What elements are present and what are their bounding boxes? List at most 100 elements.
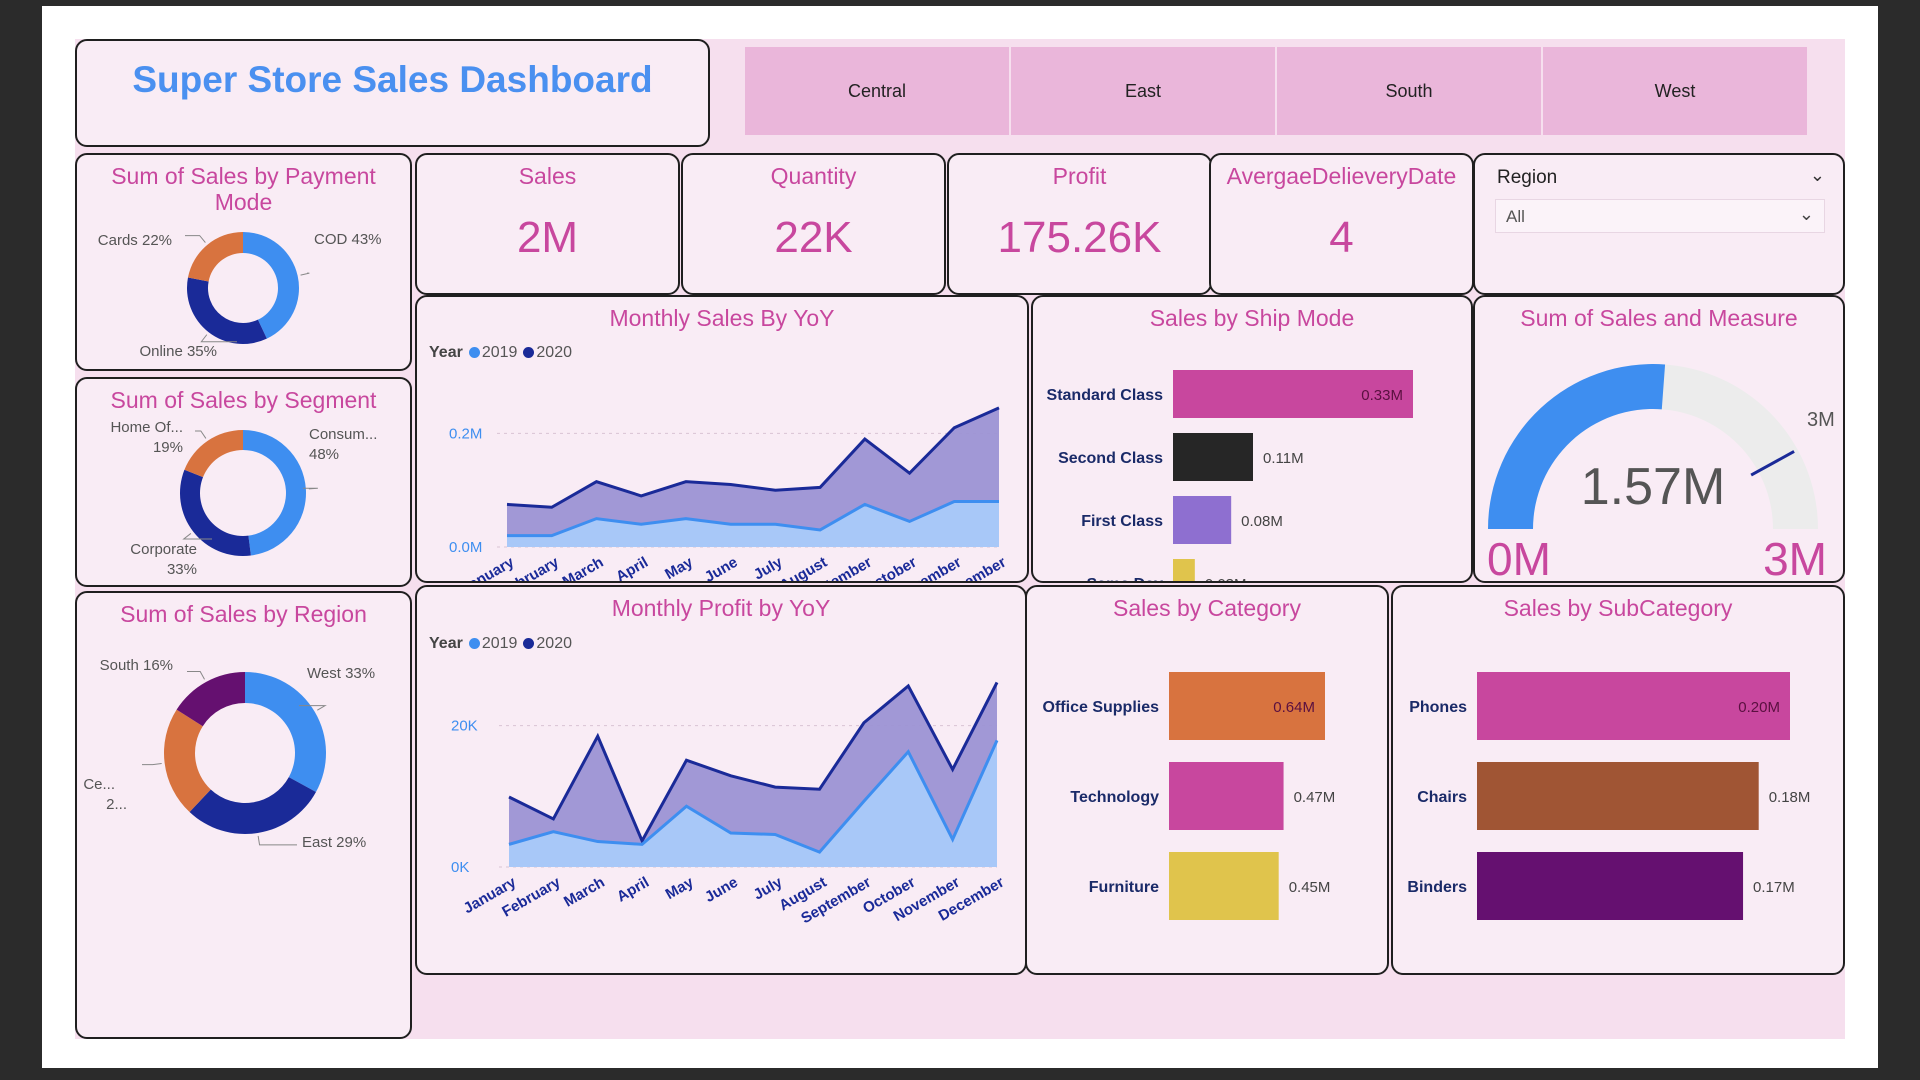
gauge-max-label: 3M: [1763, 533, 1827, 583]
kpi-quantity-label: Quantity: [770, 163, 857, 189]
subcategory-bar: [1477, 852, 1744, 920]
chevron-down-icon: ⌄: [1798, 204, 1814, 224]
gauge-chart: 3M 1.57M 0M 3M: [1487, 364, 1835, 583]
monthly_sales-y-tick: 0.0M: [449, 539, 482, 556]
category-chart: Office Supplies 0.64M Technology 0.47M Furni…: [1043, 672, 1336, 920]
gauge-card: Sum of Sales and Measure 3M 1.57M 0M 3M: [1473, 295, 1845, 583]
monthly-profit-chart: 0K20KJanuaryFebruaryMarch April May June Jul…: [451, 681, 1007, 927]
page-title: Super Store Sales Dashboard: [132, 59, 653, 100]
payment-leader-line: [185, 235, 206, 243]
payment-mode-donut: COD 43% Online 35% Cards 22%: [98, 231, 382, 360]
monthly_profit-x-tick: May: [663, 873, 697, 903]
segment-slice-pct: 48%: [309, 446, 339, 463]
category-data-label: 0.45M: [1289, 879, 1331, 896]
subcategory-data-label: 0.17M: [1753, 879, 1795, 896]
payment-slice-label: Cards 22%: [98, 232, 172, 249]
region-slice-label: Ce...: [83, 776, 115, 793]
region-slice-pct: 2...: [106, 796, 127, 813]
monthly-sales-card: Monthly Sales By YoY Year 2019 2020 0.0M 0.…: [415, 295, 1029, 583]
kpi-sales-label: Sales: [518, 163, 577, 189]
ship_mode-data-label: 0.08M: [1241, 513, 1283, 530]
kpi-profit-label: Profit: [1052, 163, 1107, 189]
ship_mode-bar: [1173, 496, 1232, 544]
region-slice: [189, 777, 316, 834]
monthly_profit-y-tick: 0K: [451, 859, 469, 876]
region-button-west[interactable]: West: [1543, 47, 1807, 135]
kpi-profit-card: Profit 175.26K: [947, 153, 1212, 295]
monthly_sales-x-tick: June: [702, 554, 741, 583]
monthly_sales-x-tick: April: [613, 554, 651, 583]
kpi-delivery-label: AvergaeDelieveryDate: [1226, 163, 1457, 189]
ship_mode-bar: [1173, 433, 1253, 481]
monthly-sales-chart: 0.0M0.2MJanuaryFebruaryMarch April May June…: [449, 406, 1009, 583]
kpi-sales-card: Sales 2M: [415, 153, 680, 295]
category-bar-label: Office Supplies: [1043, 699, 1160, 716]
kpi-quantity-card: Quantity 22K: [681, 153, 946, 295]
category-data-label: 0.64M: [1273, 699, 1315, 716]
region-leader-line: [187, 671, 205, 680]
ship-mode-chart: Standard Class 0.33M Second Class 0.11M Firs…: [1047, 370, 1413, 583]
segment-slice-label: Corporate: [130, 541, 197, 558]
monthly_profit-x-tick: June: [702, 874, 741, 906]
ship_mode-bar: [1173, 559, 1195, 581]
payment-mode-card: Sum of Sales by Payment Mode COD 43% Onli…: [75, 153, 412, 371]
ship_mode-bar-label: Standard Class: [1047, 387, 1164, 404]
region-slice-label: West 33%: [307, 665, 375, 682]
gauge-min-label: 0M: [1487, 533, 1551, 583]
gauge-value: 1.57M: [1581, 458, 1726, 516]
report-page: Super Store Sales Dashboard Central East…: [75, 39, 1845, 1039]
subcategory-card: Sales by SubCategory Phones 0.20M Chairs 0.…: [1391, 585, 1845, 975]
segment-slice-label: Home Of...: [110, 419, 183, 436]
region-slice-label: East 29%: [302, 834, 366, 851]
region-leader-line: [142, 763, 162, 766]
payment-slice: [187, 232, 243, 282]
monthly_sales-x-tick: March: [560, 554, 607, 583]
ship_mode-data-label: 0.03M: [1205, 576, 1247, 583]
kpi-delivery-value: 4: [1329, 213, 1354, 262]
segment-slice: [184, 430, 243, 478]
ship_mode-data-label: 0.33M: [1361, 387, 1403, 404]
region-dropdown-card: Region ⌄ All ⌄: [1473, 153, 1845, 295]
gauge-target-label: 3M: [1807, 409, 1835, 431]
region-button-east[interactable]: East: [1011, 47, 1275, 135]
ship_mode-bar-label: Same Day: [1087, 576, 1164, 583]
monthly_sales-y-tick: 0.2M: [449, 425, 482, 442]
region-slice: [164, 709, 211, 813]
monthly_profit-x-tick: April: [614, 874, 652, 906]
segment-leader-line: [195, 430, 207, 439]
ship_mode-bar-label: Second Class: [1058, 450, 1163, 467]
subcategory-chart: Phones 0.20M Chairs 0.18M Binders 0.17M: [1407, 672, 1810, 920]
region-button-slicer: Central East South West: [745, 47, 1809, 135]
report-canvas: Super Store Sales Dashboard Central East…: [42, 6, 1878, 1068]
monthly_sales-x-tick: May: [662, 553, 696, 583]
category-card: Sales by Category Office Supplies 0.64M Te…: [1025, 585, 1389, 975]
ship_mode-data-label: 0.11M: [1263, 450, 1304, 467]
kpi-sales-value: 2M: [516, 213, 579, 262]
segment-leader-line: [303, 487, 318, 490]
segment-slice-pct: 19%: [153, 439, 183, 456]
payment-slice-label: COD 43%: [314, 231, 382, 248]
subcategory-bar-label: Phones: [1409, 699, 1467, 716]
segment-slice-pct: 33%: [167, 561, 197, 578]
kpi-delivery-card: AvergaeDelieveryDate 4: [1209, 153, 1474, 295]
region-slicer-label: Region: [1497, 167, 1558, 188]
kpi-profit-value: 175.26K: [997, 213, 1162, 262]
region-button-south[interactable]: South: [1277, 47, 1541, 135]
payment-slice: [187, 277, 267, 344]
payment-leader-line: [300, 272, 310, 276]
subcategory-data-label: 0.20M: [1738, 699, 1780, 716]
segment-slice-label: Consum...: [309, 426, 377, 443]
category-bar: [1169, 852, 1279, 920]
region-slice-label: South 16%: [100, 657, 173, 674]
region-leader-line: [257, 835, 297, 846]
region-donut: West 33% East 29% Ce... 2... South 16%: [83, 657, 375, 851]
region-card: Sum of Sales by Region West 33% East 29% C…: [75, 591, 412, 1039]
category-bar-label: Technology: [1070, 789, 1159, 806]
region-button-central[interactable]: Central: [745, 47, 1009, 135]
region-dropdown[interactable]: All ⌄: [1495, 199, 1825, 233]
category-data-label: 0.47M: [1294, 789, 1336, 806]
collapse-chevron-icon[interactable]: ⌄: [1810, 165, 1825, 186]
ship-mode-card: Sales by Ship Mode Standard Class 0.33M Se…: [1031, 295, 1473, 583]
region-slice: [245, 672, 326, 793]
monthly_profit-x-tick: March: [561, 874, 608, 911]
